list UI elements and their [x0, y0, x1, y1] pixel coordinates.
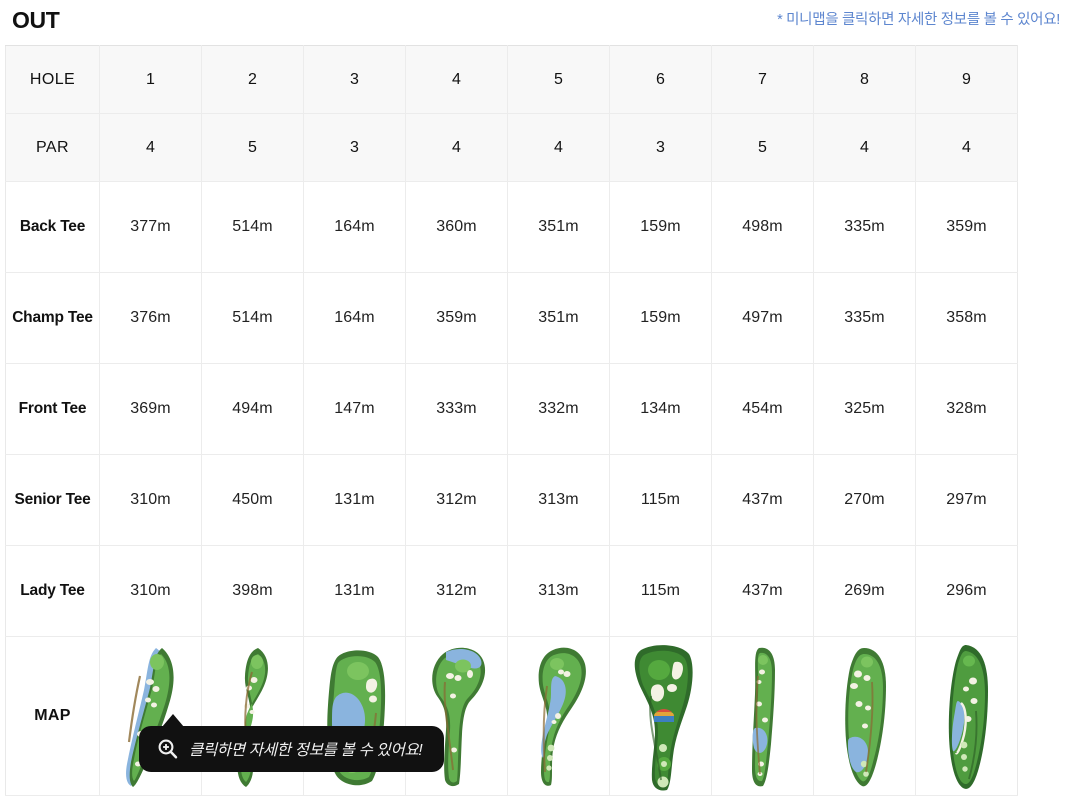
front-tee-distance-4: 333m [405, 363, 508, 455]
par-value-7: 5 [711, 113, 814, 182]
lady-tee-distance-8: 269m [813, 545, 916, 637]
lady-tee-distance-2: 398m [201, 545, 304, 637]
back-tee-distance-2: 514m [201, 181, 304, 273]
minimap-tooltip: 클릭하면 자세한 정보를 볼 수 있어요! [139, 714, 445, 772]
champ-tee-distance-8: 335m [813, 272, 916, 364]
senior-tee-distance-7: 437m [711, 454, 814, 546]
senior-tee-distance-5: 313m [507, 454, 610, 546]
magnifier-plus-icon [158, 739, 178, 759]
senior-tee-distance-8: 270m [813, 454, 916, 546]
senior-tee-distance-2: 450m [201, 454, 304, 546]
senior-tee-distance-3: 131m [303, 454, 406, 546]
champ-tee-distance-1: 376m [99, 272, 202, 364]
senior-tee-distance-1: 310m [99, 454, 202, 546]
hole-5-minimap-icon[interactable] [523, 642, 595, 790]
back-tee-distance-9: 359m [915, 181, 1018, 273]
lady-tee-distance-9: 296m [915, 545, 1018, 637]
row-label-back-tee: Back Tee [5, 181, 100, 273]
back-tee-distance-4: 360m [405, 181, 508, 273]
front-tee-distance-5: 332m [507, 363, 610, 455]
par-value-3: 3 [303, 113, 406, 182]
back-tee-distance-5: 351m [507, 181, 610, 273]
table-row-champ-tee: Champ Tee 376m 514m 164m 359m 351m 159m … [5, 272, 1018, 364]
hole-number-5: 5 [507, 45, 610, 114]
par-value-1: 4 [99, 113, 202, 182]
champ-tee-distance-3: 164m [303, 272, 406, 364]
front-tee-distance-9: 328m [915, 363, 1018, 455]
champ-tee-distance-5: 351m [507, 272, 610, 364]
row-label-hole: HOLE [5, 45, 100, 114]
tooltip-text: 클릭하면 자세한 정보를 볼 수 있어요! [189, 742, 423, 759]
front-tee-distance-6: 134m [609, 363, 712, 455]
lady-tee-distance-6: 115m [609, 545, 712, 637]
row-label-senior-tee: Senior Tee [5, 454, 100, 546]
champ-tee-distance-9: 358m [915, 272, 1018, 364]
hole-number-3: 3 [303, 45, 406, 114]
back-tee-distance-3: 164m [303, 181, 406, 273]
senior-tee-distance-4: 312m [405, 454, 508, 546]
lady-tee-distance-4: 312m [405, 545, 508, 637]
table-row-lady-tee: Lady Tee 310m 398m 131m 312m 313m 115m 4… [5, 545, 1018, 637]
minimap-cell-hole-9[interactable] [915, 636, 1018, 796]
champ-tee-distance-4: 359m [405, 272, 508, 364]
row-label-champ-tee: Champ Tee [5, 272, 100, 364]
back-tee-distance-1: 377m [99, 181, 202, 273]
back-tee-distance-7: 498m [711, 181, 814, 273]
front-tee-distance-7: 454m [711, 363, 814, 455]
tooltip-arrow [162, 714, 184, 727]
hole-number-9: 9 [915, 45, 1018, 114]
hole-number-8: 8 [813, 45, 916, 114]
hole-6-minimap-icon[interactable] [621, 640, 701, 792]
minimap-cell-hole-7[interactable] [711, 636, 814, 796]
hole-8-minimap-icon[interactable] [834, 642, 896, 790]
minimap-cell-hole-8[interactable] [813, 636, 916, 796]
par-value-5: 4 [507, 113, 610, 182]
back-tee-distance-8: 335m [813, 181, 916, 273]
hole-number-2: 2 [201, 45, 304, 114]
front-tee-distance-3: 147m [303, 363, 406, 455]
table-row-senior-tee: Senior Tee 310m 450m 131m 312m 313m 115m… [5, 454, 1018, 546]
minimap-notice: * 미니맵을 클릭하면 자세한 정보를 볼 수 있어요! [777, 12, 1060, 28]
table-row-hole: HOLE 1 2 3 4 5 6 7 8 9 [5, 45, 1018, 114]
par-value-4: 4 [405, 113, 508, 182]
back-tee-distance-6: 159m [609, 181, 712, 273]
front-tee-distance-8: 325m [813, 363, 916, 455]
par-value-9: 4 [915, 113, 1018, 182]
front-tee-distance-2: 494m [201, 363, 304, 455]
table-row-front-tee: Front Tee 369m 494m 147m 333m 332m 134m … [5, 363, 1018, 455]
minimap-cell-hole-5[interactable] [507, 636, 610, 796]
champ-tee-distance-6: 159m [609, 272, 712, 364]
page-title: OUT [12, 7, 60, 33]
row-label-par: PAR [5, 113, 100, 182]
hole-number-4: 4 [405, 45, 508, 114]
front-tee-distance-1: 369m [99, 363, 202, 455]
par-value-6: 3 [609, 113, 712, 182]
row-label-map: MAP [5, 636, 100, 796]
hole-number-1: 1 [99, 45, 202, 114]
lady-tee-distance-1: 310m [99, 545, 202, 637]
hole-number-6: 6 [609, 45, 712, 114]
scorecard-table: HOLE 1 2 3 4 5 6 7 8 9 PAR 4 5 3 4 4 3 5 [5, 45, 1018, 796]
par-value-8: 4 [813, 113, 916, 182]
row-label-lady-tee: Lady Tee [5, 545, 100, 637]
scorecard-table-wrapper: HOLE 1 2 3 4 5 6 7 8 9 PAR 4 5 3 4 4 3 5 [5, 45, 1018, 796]
lady-tee-distance-7: 437m [711, 545, 814, 637]
lady-tee-distance-3: 131m [303, 545, 406, 637]
row-label-front-tee: Front Tee [5, 363, 100, 455]
hole-number-7: 7 [711, 45, 814, 114]
hole-9-minimap-icon[interactable] [936, 641, 998, 791]
table-row-par: PAR 4 5 3 4 4 3 5 4 4 [5, 113, 1018, 182]
lady-tee-distance-5: 313m [507, 545, 610, 637]
par-value-2: 5 [201, 113, 304, 182]
senior-tee-distance-6: 115m [609, 454, 712, 546]
minimap-cell-hole-6[interactable] [609, 636, 712, 796]
hole-7-minimap-icon[interactable] [737, 642, 789, 790]
champ-tee-distance-2: 514m [201, 272, 304, 364]
senior-tee-distance-9: 297m [915, 454, 1018, 546]
champ-tee-distance-7: 497m [711, 272, 814, 364]
table-row-back-tee: Back Tee 377m 514m 164m 360m 351m 159m 4… [5, 181, 1018, 273]
section-header: OUT * 미니맵을 클릭하면 자세한 정보를 볼 수 있어요! [0, 0, 1066, 42]
